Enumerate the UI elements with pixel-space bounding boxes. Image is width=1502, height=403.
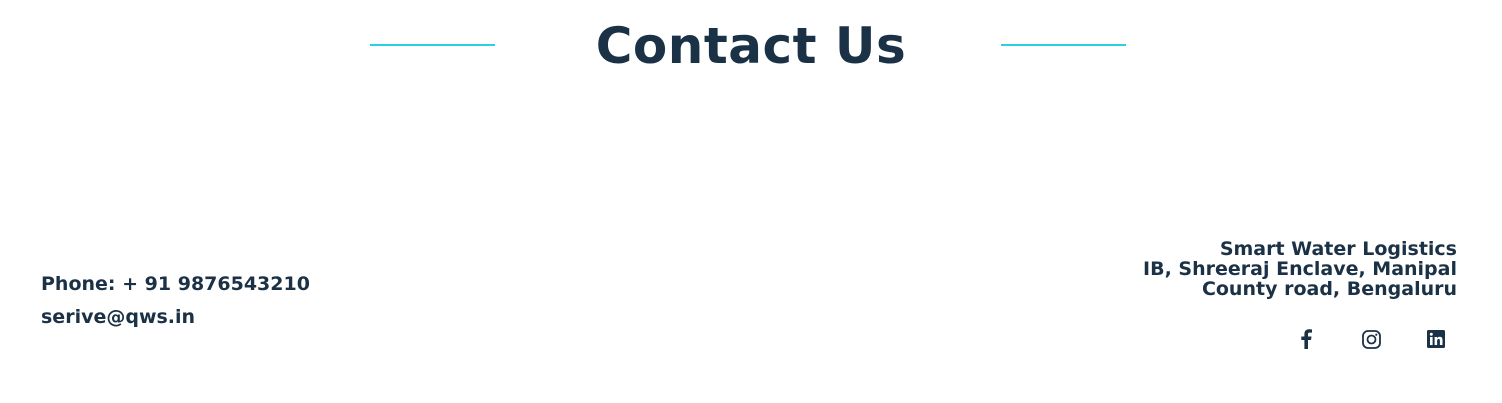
heading-divider-right: [1001, 44, 1126, 46]
email-link[interactable]: serive@qws.in: [41, 303, 310, 336]
instagram-icon: [1361, 329, 1381, 349]
contact-section: Contact Us Phone: + 91 9876543210 serive…: [0, 0, 1502, 403]
address-line-1: IB, Shreeraj Enclave, Manipal: [1143, 258, 1457, 280]
facebook-link[interactable]: [1296, 326, 1316, 352]
address-block: Smart Water Logistics IB, Shreeraj Encla…: [1143, 239, 1457, 299]
address-line-2: County road, Bengaluru: [1201, 278, 1457, 300]
linkedin-link[interactable]: [1426, 326, 1446, 352]
company-name: Smart Water Logistics: [1219, 238, 1457, 260]
contact-details: Phone: + 91 9876543210 serive@qws.in: [41, 270, 310, 336]
page-title: Contact Us: [595, 17, 907, 75]
linkedin-icon: [1427, 330, 1445, 348]
phone-number: Phone: + 91 9876543210: [41, 273, 310, 295]
facebook-icon: [1301, 329, 1312, 349]
instagram-link[interactable]: [1361, 326, 1381, 352]
social-links: [1296, 326, 1446, 352]
contact-heading: Contact Us: [0, 14, 1502, 78]
